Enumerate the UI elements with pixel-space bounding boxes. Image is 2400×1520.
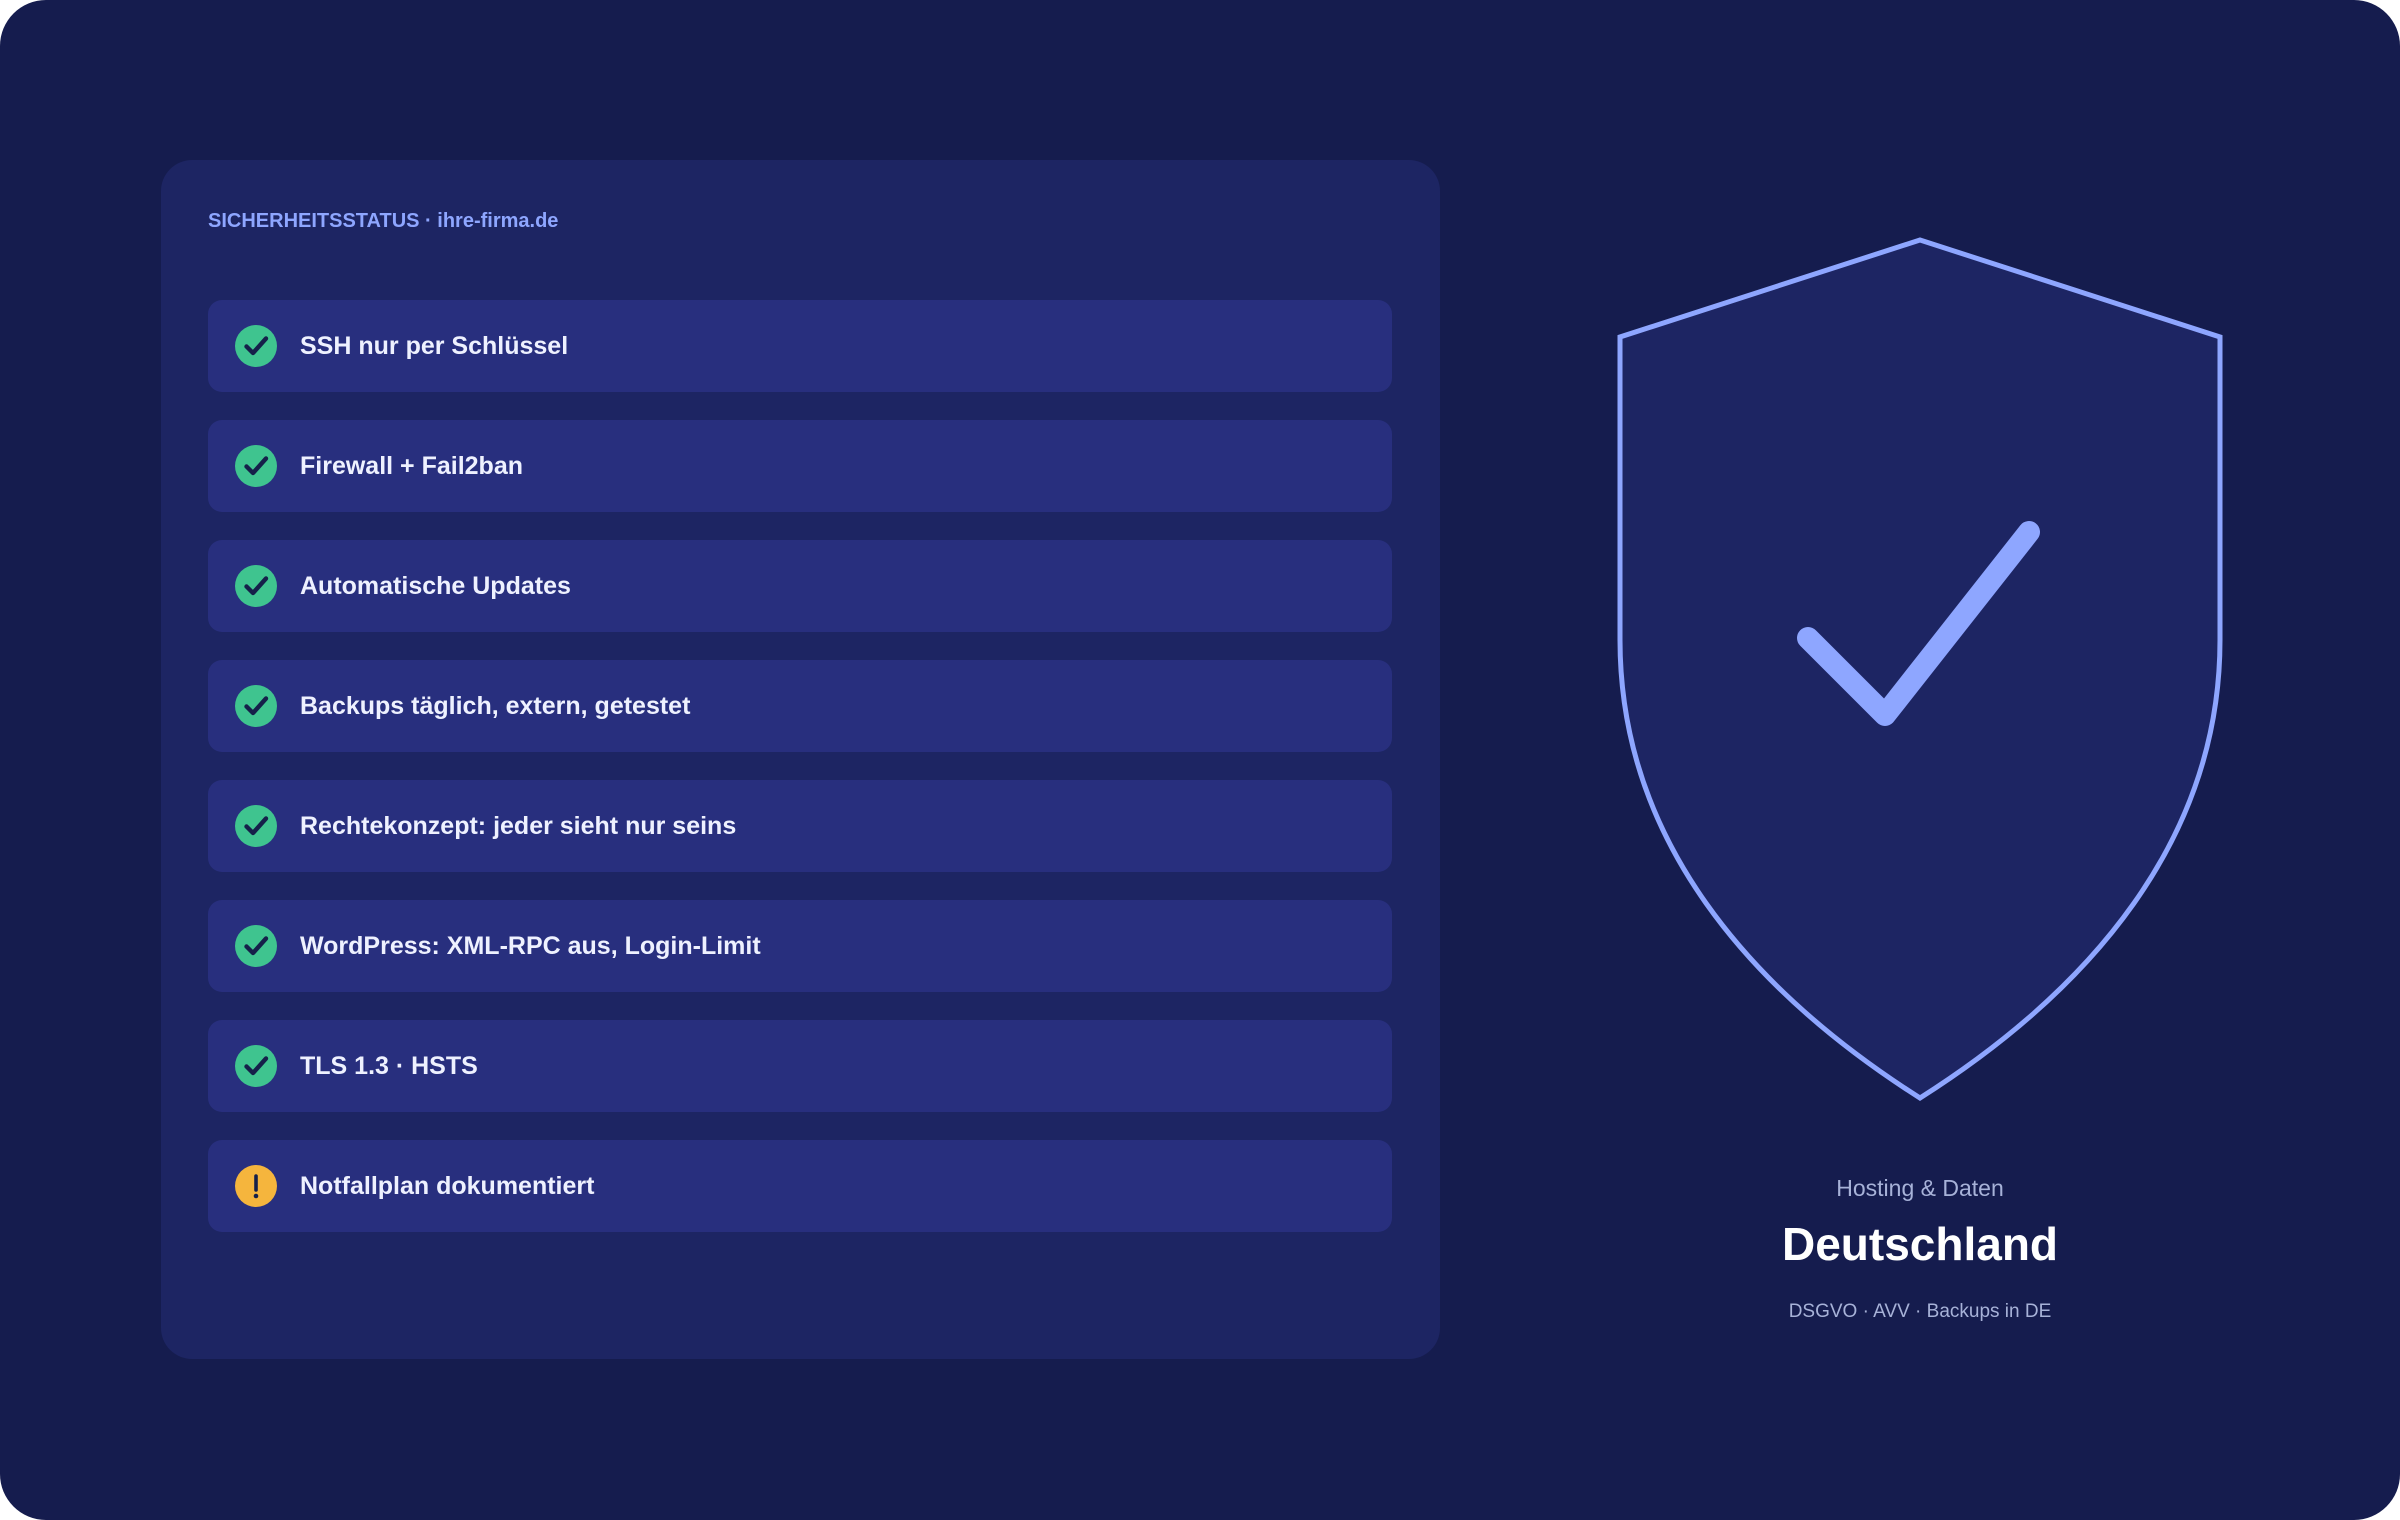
- security-status-screen: SICHERHEITSSTATUS · ihre-firma.de SSH nu…: [0, 0, 2400, 1520]
- check-circle-icon: [235, 325, 277, 367]
- checklist-item-label: TLS 1.3 · HSTS: [300, 1052, 478, 1080]
- checklist-item-label: Firewall + Fail2ban: [300, 452, 523, 480]
- check-circle-icon: [235, 685, 277, 727]
- checklist-item-label: Rechtekonzept: jeder sieht nur seins: [300, 812, 737, 840]
- shield-check-icon: [1610, 230, 2230, 1110]
- checklist-item: WordPress: XML-RPC aus, Login-Limit: [208, 900, 1392, 992]
- checklist-item-label: Automatische Updates: [300, 572, 571, 600]
- compliance-line: DSGVO · AVV · Backups in DE: [1788, 1301, 2052, 1322]
- check-circle-icon: [235, 925, 277, 967]
- check-circle-icon: [235, 1045, 277, 1087]
- check-circle-icon: [235, 445, 277, 487]
- checklist-item: SSH nur per Schlüssel: [208, 300, 1392, 392]
- checklist-item: Firewall + Fail2ban: [208, 420, 1392, 512]
- check-circle-icon: [235, 805, 277, 847]
- checklist-item: Backups täglich, extern, getestet: [208, 660, 1392, 752]
- warning-circle-icon: [235, 1165, 277, 1207]
- checklist-item: Notfallplan dokumentiert: [208, 1140, 1392, 1232]
- checklist-item-label: SSH nur per Schlüssel: [300, 332, 569, 360]
- security-checklist: SSH nur per Schlüssel Firewall + Fail2ba…: [208, 300, 1392, 1260]
- checklist-item: Rechtekonzept: jeder sieht nur seins: [208, 780, 1392, 872]
- checklist-item-label: WordPress: XML-RPC aus, Login-Limit: [300, 932, 761, 960]
- checklist-item: TLS 1.3 · HSTS: [208, 1020, 1392, 1112]
- checklist-item: Automatische Updates: [208, 540, 1392, 632]
- hosting-country: Deutschland: [1781, 1218, 2059, 1270]
- checklist-item-label: Notfallplan dokumentiert: [300, 1172, 595, 1200]
- security-status-panel: SICHERHEITSSTATUS · ihre-firma.de SSH nu…: [161, 160, 1440, 1359]
- checklist-item-label: Backups täglich, extern, getestet: [300, 692, 691, 720]
- hosting-caption: Hosting & Daten: [1836, 1175, 2004, 1201]
- panel-header: SICHERHEITSSTATUS · ihre-firma.de: [208, 210, 559, 232]
- check-circle-icon: [235, 565, 277, 607]
